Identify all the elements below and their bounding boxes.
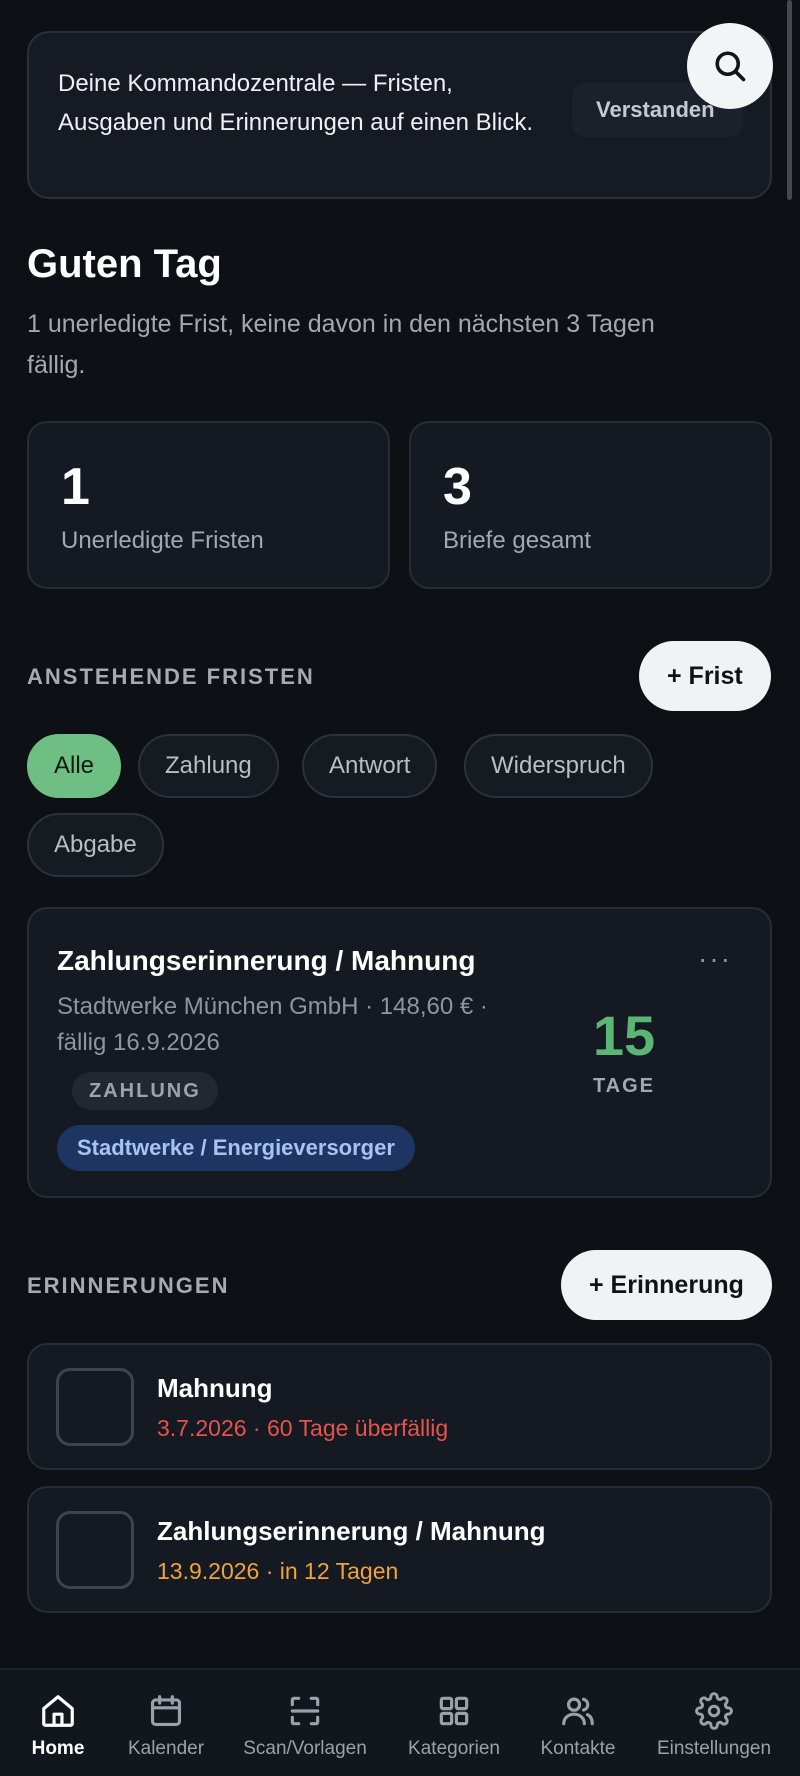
scan-icon (290, 1696, 320, 1726)
reminder-checkbox[interactable] (56, 1368, 134, 1446)
search-button[interactable] (687, 23, 773, 109)
section-title-reminders: ERINNERUNGEN (27, 1273, 230, 1298)
add-deadline-button[interactable]: + Frist (639, 641, 771, 711)
nav-label: Einstellungen (656, 1738, 772, 1759)
nav-item-categories[interactable]: Kategorien (401, 1670, 507, 1776)
nav-label: Kategorien (408, 1738, 500, 1759)
filter-chip-all[interactable]: Alle (27, 734, 122, 798)
calendar-icon (150, 1695, 182, 1727)
nav-label: Kalender (127, 1738, 205, 1759)
stat-value: 3 (443, 458, 472, 516)
home-icon (42, 1695, 74, 1727)
deadline-type-badge: ZAHLUNG (72, 1072, 218, 1110)
stat-card-letters-total[interactable]: 3 Briefe gesamt (409, 421, 772, 589)
more-options-icon[interactable]: ··· (698, 943, 732, 975)
stat-value: 1 (61, 458, 90, 516)
days-remaining-label: TAGE (592, 1075, 656, 1097)
banner-text: Deine Kommandozentrale — Fristen, Ausgab… (58, 70, 534, 136)
reminder-item[interactable]: Mahnung 3.7.2026 · 60 Tage überfällig (27, 1343, 772, 1470)
onboarding-banner: Deine Kommandozentrale — Fristen, Ausgab… (27, 31, 772, 199)
bottom-navigation: Home Kalender Scan/Vorlagen Kategorien K… (0, 1668, 800, 1776)
filter-chip-payment[interactable]: Zahlung (138, 734, 279, 798)
page-subtitle: 1 unerledigte Frist, keine davon in den … (27, 310, 655, 379)
search-icon (715, 51, 746, 82)
deadline-meta: Stadtwerke München GmbH · 148,60 € · fäl… (57, 993, 488, 1056)
gear-icon (695, 1692, 733, 1730)
filter-chip-objection[interactable]: Widerspruch (464, 734, 653, 798)
nav-item-home[interactable]: Home (20, 1670, 96, 1776)
reminder-checkbox[interactable] (56, 1511, 134, 1589)
nav-label: Kontakte (540, 1738, 616, 1759)
filter-chip-answer[interactable]: Antwort (302, 734, 438, 798)
stat-card-open-deadlines[interactable]: 1 Unerledigte Fristen (27, 421, 390, 589)
reminder-due: 13.9.2026 · in 12 Tagen (157, 1558, 399, 1584)
reminder-title: Mahnung (157, 1373, 273, 1403)
nav-item-calendar[interactable]: Kalender (119, 1670, 213, 1776)
nav-item-contacts[interactable]: Kontakte (531, 1670, 625, 1776)
app-screen: Deine Kommandozentrale — Fristen, Ausgab… (0, 0, 800, 1776)
nav-label: Home (31, 1738, 85, 1759)
scrollbar[interactable] (787, 0, 792, 200)
deadline-title: Zahlungserinnerung / Mahnung (57, 945, 476, 976)
page-title: Guten Tag (27, 242, 222, 286)
nav-item-settings[interactable]: Einstellungen (650, 1670, 778, 1776)
grid-icon (439, 1696, 469, 1726)
stat-label: Unerledigte Fristen (61, 527, 264, 554)
reminder-due: 3.7.2026 · 60 Tage überfällig (157, 1415, 449, 1441)
days-remaining: 15 (592, 1004, 656, 1067)
category-badge: Stadtwerke / Energieversorger (57, 1125, 415, 1171)
nav-item-scan[interactable]: Scan/Vorlagen (236, 1670, 374, 1776)
reminder-item[interactable]: Zahlungserinnerung / Mahnung 13.9.2026 ·… (27, 1486, 772, 1613)
filter-chip-submission[interactable]: Abgabe (27, 813, 164, 877)
stat-label: Briefe gesamt (443, 527, 592, 554)
section-title-deadlines: ANSTEHENDE FRISTEN (27, 664, 315, 689)
nav-label: Scan/Vorlagen (243, 1738, 367, 1759)
deadline-card[interactable]: Zahlungserinnerung / Mahnung Stadtwerke … (27, 907, 772, 1198)
add-reminder-button[interactable]: + Erinnerung (561, 1250, 772, 1320)
reminder-title: Zahlungserinnerung / Mahnung (157, 1516, 546, 1546)
contacts-icon (562, 1697, 594, 1726)
